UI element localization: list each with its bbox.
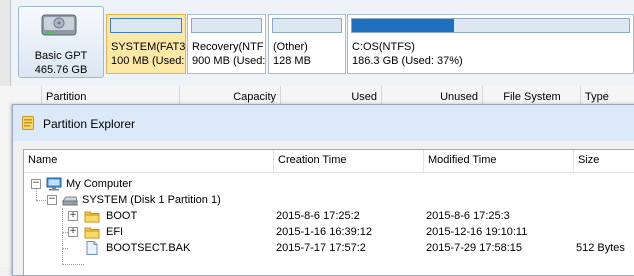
creation-time: 2015-1-16 16:39:12 xyxy=(276,226,373,238)
usage-fill xyxy=(352,19,455,32)
window-title: Partition Explorer xyxy=(43,117,136,131)
disk-info-block[interactable]: Basic GPT 465.76 GB xyxy=(18,6,104,78)
column-header-size[interactable]: Size xyxy=(574,150,634,172)
disk-map: Basic GPT 465.76 GB SYSTEM(FAT32 100 MB … xyxy=(0,0,634,87)
column-header-modified-time[interactable]: Modified Time xyxy=(424,150,574,172)
modified-time: 2015-8-6 17:25:3 xyxy=(426,210,510,222)
hard-disk-icon xyxy=(41,14,77,36)
partition-block-system[interactable]: SYSTEM(FAT32 100 MB (Used: xyxy=(106,14,186,74)
usage-bar xyxy=(272,18,342,33)
usage-bar xyxy=(110,18,182,33)
creation-time: 2015-7-17 17:57:2 xyxy=(276,242,366,254)
title-bar[interactable]: Partition Explorer xyxy=(13,105,634,141)
disk-size: 465.76 GB xyxy=(34,64,88,76)
explorer-app-icon xyxy=(22,116,34,130)
tree-item-label: SYSTEM (Disk 1 Partition 1) xyxy=(82,194,221,206)
usage-bar xyxy=(351,18,630,33)
partition-label: Recovery(NTF xyxy=(192,41,264,53)
tree-item-label: EFI xyxy=(106,226,124,238)
left-pane-edge xyxy=(0,0,11,86)
usage-bar xyxy=(191,18,262,33)
computer-icon xyxy=(46,177,62,191)
partition-capacity: 186.3 GB (Used: 37%) xyxy=(352,55,463,67)
partition-block-recovery[interactable]: Recovery(NTF 900 MB (Used: xyxy=(187,14,266,74)
partition-block-other[interactable]: (Other) 128 MB xyxy=(268,14,346,74)
tree-row-bootsect-bak[interactable]: BOOTSECT.BAK 2015-7-17 17:57:2 2015-7-29… xyxy=(24,240,634,256)
tree-item-label: BOOTSECT.BAK xyxy=(106,242,191,254)
partition-explorer-window[interactable]: Partition Explorer Name Creation Time Mo… xyxy=(12,104,634,276)
partition-label: C:OS(NTFS) xyxy=(352,41,415,53)
collapse-toggle[interactable]: − xyxy=(31,179,41,189)
drive-icon xyxy=(62,196,78,206)
file-tree-list[interactable]: Name Creation Time Modified Time Size − xyxy=(23,149,634,275)
column-header-creation-time[interactable]: Creation Time xyxy=(274,150,424,172)
partition-capacity: 128 MB xyxy=(273,55,311,67)
column-header-name[interactable]: Name xyxy=(24,150,274,172)
expand-toggle[interactable]: + xyxy=(68,227,78,237)
tree-row-boot[interactable]: + BOOT 2015-8-6 17:25:2 2015-8-6 17:25:3 xyxy=(24,208,634,224)
collapse-toggle[interactable]: − xyxy=(47,195,57,205)
tree-item-label: BOOT xyxy=(106,210,138,222)
expand-toggle[interactable]: + xyxy=(68,211,78,221)
partition-label: SYSTEM(FAT32 xyxy=(111,41,186,53)
tree-item-label: My Computer xyxy=(66,178,133,190)
partition-capacity: 100 MB (Used: xyxy=(111,55,185,67)
partition-block-os[interactable]: C:OS(NTFS) 186.3 GB (Used: 37%) xyxy=(347,14,634,74)
partition-capacity: 900 MB (Used: xyxy=(192,55,266,67)
tree-column-header: Name Creation Time Modified Time Size xyxy=(24,150,634,173)
file-size: 512 Bytes xyxy=(576,242,625,254)
partition-label: (Other) xyxy=(273,41,308,53)
modified-time: 2015-7-29 17:58:15 xyxy=(426,242,523,254)
tree-line xyxy=(62,264,84,265)
window-body: Name Creation Time Modified Time Size − xyxy=(13,141,634,275)
folder-icon xyxy=(84,211,100,223)
disk-name: Basic GPT xyxy=(34,50,88,62)
tree-row-efi[interactable]: + EFI 2015-1-16 16:39:12 2015-12-16 19:1… xyxy=(24,224,634,240)
creation-time: 2015-8-6 17:25:2 xyxy=(276,210,360,222)
tree-row-system-partition[interactable]: − SYSTEM (Disk 1 Partition 1) xyxy=(24,192,634,208)
folder-icon xyxy=(84,227,100,239)
modified-time: 2015-12-16 19:10:11 xyxy=(426,226,528,238)
file-icon xyxy=(86,241,98,255)
tree-row-my-computer[interactable]: − My Computer xyxy=(24,176,634,192)
